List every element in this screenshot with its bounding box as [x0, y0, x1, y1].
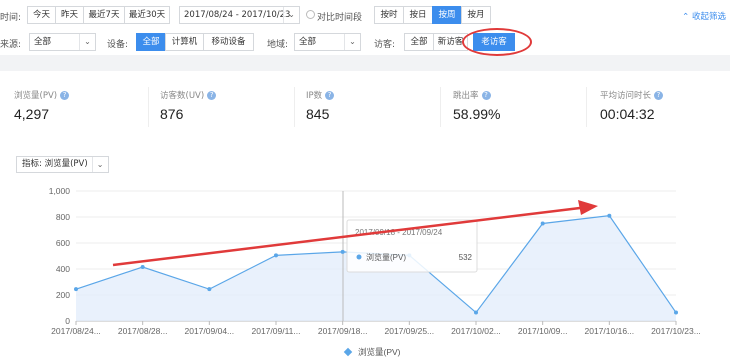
- x-tick-label: 2017/09/11...: [252, 326, 301, 336]
- data-point[interactable]: [674, 310, 678, 315]
- x-tick-label: 2017/10/16...: [585, 326, 635, 336]
- x-tick-label: 2017/09/25...: [385, 326, 435, 336]
- data-point[interactable]: [607, 213, 612, 218]
- x-tick-label: 2017/08/24...: [51, 326, 101, 336]
- y-tick-label: 1,000: [49, 186, 71, 196]
- tooltip-value: 532: [459, 253, 473, 262]
- y-tick-label: 400: [56, 264, 70, 274]
- data-point[interactable]: [274, 253, 278, 258]
- annotation-arrow-head: [578, 200, 598, 215]
- y-tick-label: 800: [56, 212, 70, 222]
- x-tick-label: 2017/09/04...: [185, 326, 235, 336]
- data-point[interactable]: [474, 310, 478, 315]
- y-tick-label: 0: [65, 316, 70, 326]
- pageviews-chart: 0 200 400 600 800 1,000 2017/08/24... 2017/08/2…: [49, 186, 701, 357]
- y-tick-label: 600: [56, 238, 70, 248]
- data-point[interactable]: [540, 221, 545, 226]
- x-tick-label: 2017/09/18...: [318, 326, 368, 336]
- data-point[interactable]: [140, 265, 145, 270]
- data-point[interactable]: [340, 249, 345, 254]
- x-tick-label: 2017/10/02...: [451, 326, 501, 336]
- x-tick-label: 2017/08/28...: [118, 326, 168, 336]
- x-tick-label: 2017/10/09...: [518, 326, 568, 336]
- tooltip-dot: [356, 254, 362, 260]
- legend-marker: [343, 347, 353, 357]
- data-point[interactable]: [207, 287, 212, 292]
- x-tick-label: 2017/10/23...: [651, 326, 701, 336]
- y-tick-label: 200: [56, 290, 70, 300]
- data-point[interactable]: [74, 287, 78, 292]
- legend-label[interactable]: 浏览量(PV): [358, 347, 401, 357]
- tooltip-series: 浏览量(PV): [366, 252, 406, 262]
